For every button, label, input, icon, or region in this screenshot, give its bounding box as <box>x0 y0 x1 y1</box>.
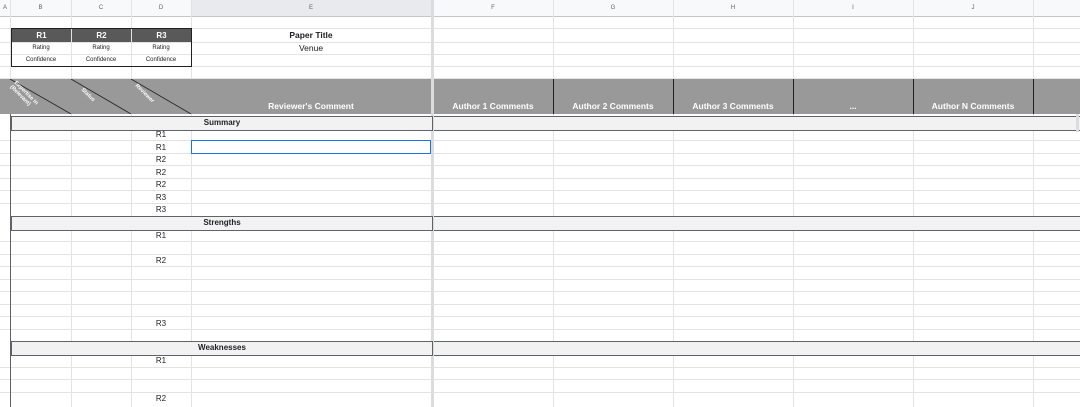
column-header-f[interactable]: F <box>433 0 553 16</box>
column-header-g[interactable]: G <box>553 0 673 16</box>
r2-header: R2 <box>72 29 131 42</box>
column-header-d[interactable]: D <box>131 0 191 16</box>
column-header-c[interactable]: C <box>71 0 131 16</box>
r1-header: R1 <box>12 29 71 42</box>
section-summary: Summary <box>11 116 433 131</box>
header-divider <box>913 79 914 114</box>
section-summary-right <box>434 116 1080 131</box>
strengths-row-reviewer: R3 <box>155 319 167 328</box>
author-1-header: Author 1 Comments <box>452 101 534 111</box>
column-header-i[interactable]: I <box>793 0 913 16</box>
confidence-label-r2: Confidence <box>85 57 117 63</box>
header-divider <box>793 79 794 114</box>
summary-row-reviewer: R2 <box>155 155 167 164</box>
strengths-row-reviewer: R2 <box>155 256 167 265</box>
section-strengths-right <box>434 216 1080 231</box>
paper-title: Paper Title <box>289 30 333 40</box>
r3-header: R3 <box>132 29 191 42</box>
strengths-row-reviewer: R1 <box>155 231 167 240</box>
summary-row-reviewer: R3 <box>155 205 167 214</box>
left-border <box>10 114 11 407</box>
rating-label-r2: Rating <box>92 45 110 51</box>
venue: Venue <box>298 43 324 53</box>
header-divider <box>1033 79 1034 114</box>
column-header-j[interactable]: J <box>913 0 1033 16</box>
column-header-h[interactable]: H <box>673 0 793 16</box>
column-header-b[interactable]: B <box>10 0 71 16</box>
confidence-label-r3: Confidence <box>145 57 177 63</box>
column-header-e[interactable]: E <box>191 0 431 16</box>
selected-cell[interactable] <box>191 140 431 154</box>
author-n-header: Author N Comments <box>931 101 1015 111</box>
horizontal-scroll-marker[interactable] <box>1076 114 1079 132</box>
author-ellipsis-header: ... <box>849 101 857 111</box>
column-header-a[interactable]: A <box>0 0 10 16</box>
section-weaknesses: Weaknesses <box>11 341 433 356</box>
rating-label-r1: Rating <box>32 45 50 51</box>
header-divider <box>673 79 674 114</box>
author-3-header: Author 3 Comments <box>692 101 774 111</box>
section-weaknesses-right <box>434 341 1080 356</box>
summary-row-reviewer: R1 <box>155 143 167 152</box>
rating-label-r3: Rating <box>152 45 170 51</box>
weaknesses-row-reviewer: R2 <box>155 394 167 403</box>
author-2-header: Author 2 Comments <box>572 101 654 111</box>
summary-row-reviewer: R3 <box>155 193 167 202</box>
summary-row-reviewer: R2 <box>155 180 167 189</box>
summary-row-reviewer: R1 <box>155 130 167 139</box>
section-strengths: Strengths <box>11 216 433 231</box>
reviewer-comment-header: Reviewer's Comment <box>268 101 354 111</box>
header-divider <box>553 79 554 114</box>
summary-row-reviewer: R2 <box>155 168 167 177</box>
confidence-label-r1: Confidence <box>25 57 57 63</box>
weaknesses-row-reviewer: R1 <box>155 356 167 365</box>
